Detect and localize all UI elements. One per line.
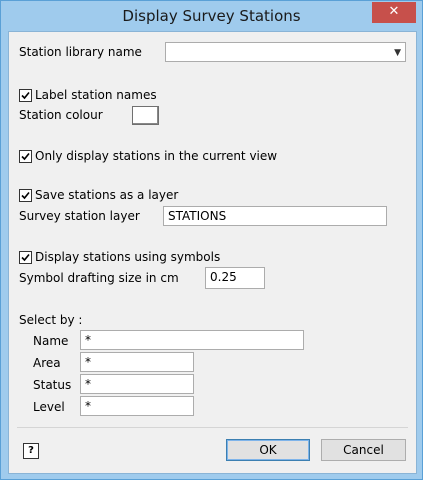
symbol-size-label: Symbol drafting size in cm: [19, 271, 179, 285]
display-symbols-checkbox[interactable]: [19, 251, 32, 264]
dialog-window: Display Survey Stations ✕ Station librar…: [0, 0, 423, 480]
close-button[interactable]: ✕: [372, 2, 416, 23]
close-icon: ✕: [388, 4, 400, 19]
dialog-body: Station library name ▼ Label station nam…: [8, 31, 417, 474]
survey-station-layer-input[interactable]: STATIONS: [163, 206, 387, 226]
select-level-label: Level: [33, 400, 65, 414]
label-station-names-checkbox[interactable]: [19, 89, 32, 102]
select-level-input[interactable]: *: [80, 396, 194, 416]
survey-station-layer-value: STATIONS: [168, 209, 227, 223]
help-icon[interactable]: ?: [23, 443, 39, 459]
select-name-input[interactable]: *: [80, 330, 304, 350]
station-colour-swatch[interactable]: [132, 106, 159, 125]
dialog-title: Display Survey Stations: [122, 7, 301, 25]
label-station-names-label[interactable]: Label station names: [35, 88, 157, 102]
select-area-input[interactable]: *: [80, 352, 194, 372]
symbol-size-value: 0.25: [210, 270, 237, 284]
select-name-value: *: [85, 333, 91, 347]
separator: [17, 427, 408, 428]
symbol-size-input[interactable]: 0.25: [205, 267, 265, 289]
select-by-heading: Select by :: [19, 313, 83, 327]
save-as-layer-checkbox[interactable]: [19, 189, 32, 202]
only-current-view-label[interactable]: Only display stations in the current vie…: [35, 149, 277, 163]
cancel-button[interactable]: Cancel: [321, 439, 406, 461]
title-bar[interactable]: Display Survey Stations ✕: [1, 1, 422, 31]
checkmark-icon: [21, 191, 30, 200]
checkmark-icon: [21, 253, 30, 262]
only-current-view-checkbox[interactable]: [19, 150, 32, 163]
save-as-layer-label[interactable]: Save stations as a layer: [35, 188, 178, 202]
select-status-label: Status: [33, 378, 72, 392]
select-name-label: Name: [33, 334, 69, 348]
station-colour-label: Station colour: [19, 108, 103, 122]
survey-station-layer-label: Survey station layer: [19, 209, 140, 223]
select-area-label: Area: [33, 356, 61, 370]
ok-button[interactable]: OK: [226, 439, 310, 461]
station-library-label: Station library name: [19, 45, 142, 59]
select-level-value: *: [85, 399, 91, 413]
checkmark-icon: [21, 152, 30, 161]
select-status-input[interactable]: *: [80, 374, 194, 394]
display-symbols-label[interactable]: Display stations using symbols: [35, 250, 220, 264]
select-status-value: *: [85, 377, 91, 391]
station-library-combo[interactable]: ▼: [165, 42, 406, 62]
checkmark-icon: [21, 91, 30, 100]
chevron-down-icon[interactable]: ▼: [394, 46, 401, 61]
select-area-value: *: [85, 355, 91, 369]
